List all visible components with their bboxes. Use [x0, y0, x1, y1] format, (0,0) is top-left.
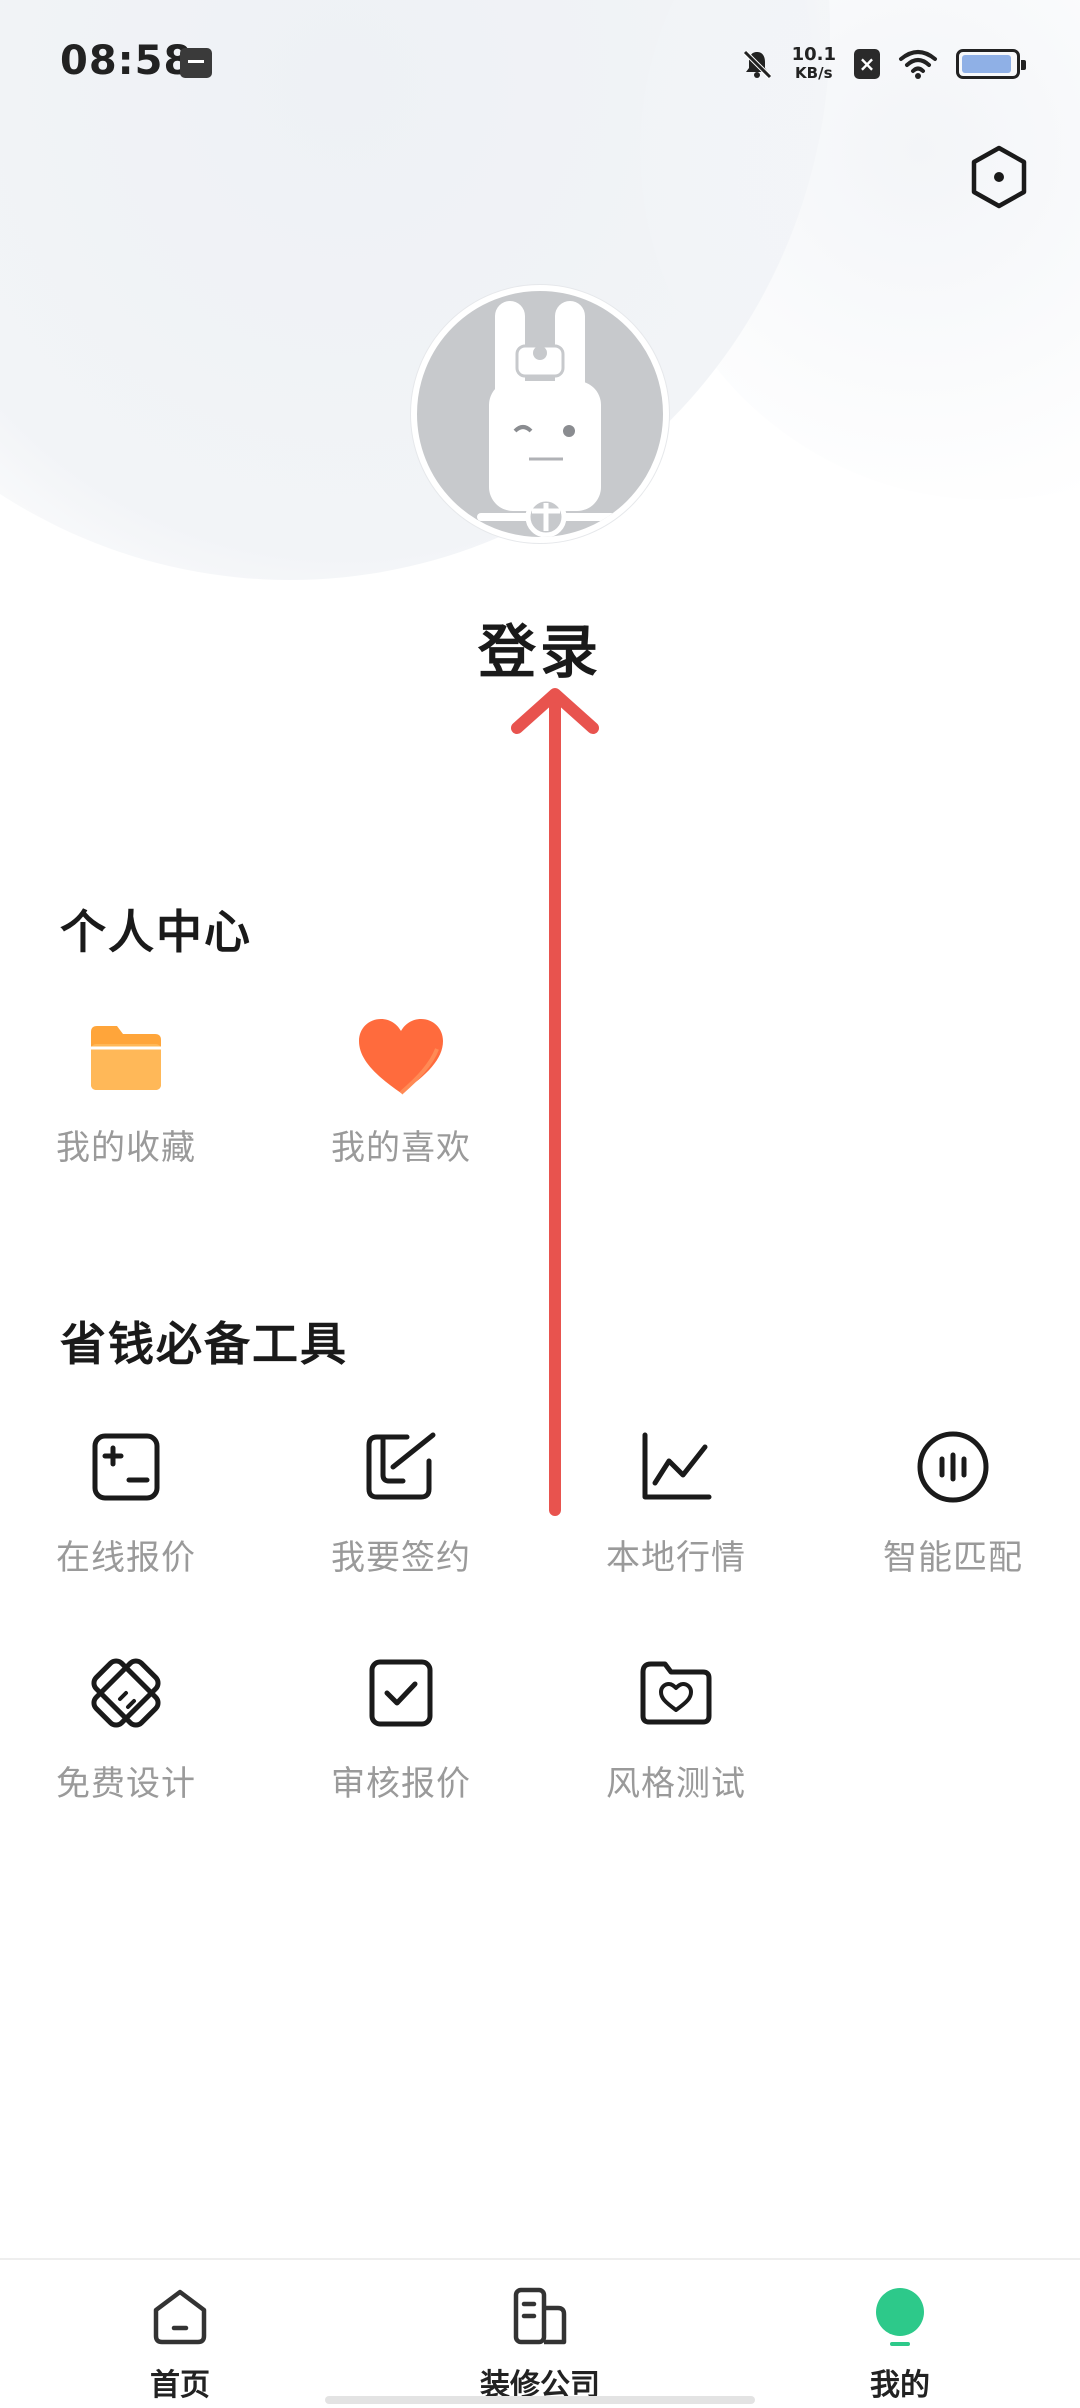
ruler-design-icon: [81, 1648, 171, 1738]
heart-icon: [356, 1012, 446, 1102]
sign-contract-item[interactable]: 我要签约: [286, 1422, 516, 1602]
style-test-label: 风格测试: [606, 1764, 746, 1804]
style-test-item[interactable]: 风格测试: [561, 1648, 791, 1828]
bottom-nav: 首页 装修公司 我的: [0, 2258, 1080, 2408]
network-speed-unit: KB/s: [795, 64, 833, 82]
sign-contract-icon: [356, 1422, 446, 1512]
line-chart-icon: [631, 1422, 721, 1512]
home-indicator[interactable]: [325, 2396, 755, 2404]
swipe-up-arrow-icon: [511, 688, 599, 1516]
voice-match-icon: [908, 1422, 998, 1512]
avatar[interactable]: [411, 285, 669, 543]
network-speed-value: 10.1: [791, 44, 836, 65]
local-market-label: 本地行情: [606, 1538, 746, 1578]
smart-match-item[interactable]: 智能匹配: [838, 1422, 1068, 1602]
online-quote-item[interactable]: 在线报价: [11, 1422, 241, 1602]
battery-fill: [962, 55, 1012, 73]
my-likes-item[interactable]: 我的喜欢: [286, 1012, 516, 1192]
review-quote-item[interactable]: 审核报价: [286, 1648, 516, 1828]
nav-item-decoration-company[interactable]: 装修公司: [360, 2260, 720, 2408]
sim-x-icon: ×: [854, 49, 880, 79]
mascot-avatar-icon: [477, 301, 615, 537]
smart-match-label: 智能匹配: [883, 1538, 1023, 1578]
calculator-icon: [81, 1422, 171, 1512]
status-icons: 10.1 KB/s ×: [740, 40, 1026, 88]
building-icon: [513, 2287, 567, 2345]
battery-icon: [956, 49, 1026, 79]
section-title-personal-center: 个人中心: [60, 905, 252, 959]
status-bar: 08:58 10.1 KB/s ×: [0, 0, 1080, 128]
home-icon: [153, 2289, 207, 2345]
checkbox-icon: [356, 1648, 446, 1738]
my-likes-label: 我的喜欢: [331, 1128, 471, 1168]
wifi-icon: [899, 50, 937, 79]
my-favorites-item[interactable]: 我的收藏: [11, 1012, 241, 1192]
free-design-item[interactable]: 免费设计: [11, 1648, 241, 1828]
my-favorites-label: 我的收藏: [56, 1128, 196, 1168]
hexagon-settings-icon: [971, 145, 1027, 209]
nav-item-mine[interactable]: 我的: [720, 2260, 1080, 2408]
free-design-label: 免费设计: [56, 1764, 196, 1804]
review-quote-label: 审核报价: [331, 1764, 471, 1804]
network-speed: 10.1 KB/s: [791, 44, 836, 83]
login-button[interactable]: 登录: [0, 605, 1080, 689]
profile-icon: [876, 2288, 924, 2346]
nav-label-home: 首页: [150, 2368, 210, 2403]
online-quote-label: 在线报价: [56, 1538, 196, 1578]
section-title-tools: 省钱必备工具: [60, 1317, 348, 1371]
notification-app-icon: [180, 48, 212, 78]
status-time: 08:58: [60, 38, 193, 84]
folder-icon: [81, 1012, 171, 1102]
folder-heart-icon: [631, 1648, 721, 1738]
bell-muted-icon: [742, 50, 772, 79]
sign-contract-label: 我要签约: [331, 1538, 471, 1578]
settings-button[interactable]: [964, 142, 1034, 212]
nav-label-mine: 我的: [870, 2368, 930, 2403]
nav-item-home[interactable]: 首页: [0, 2260, 360, 2408]
